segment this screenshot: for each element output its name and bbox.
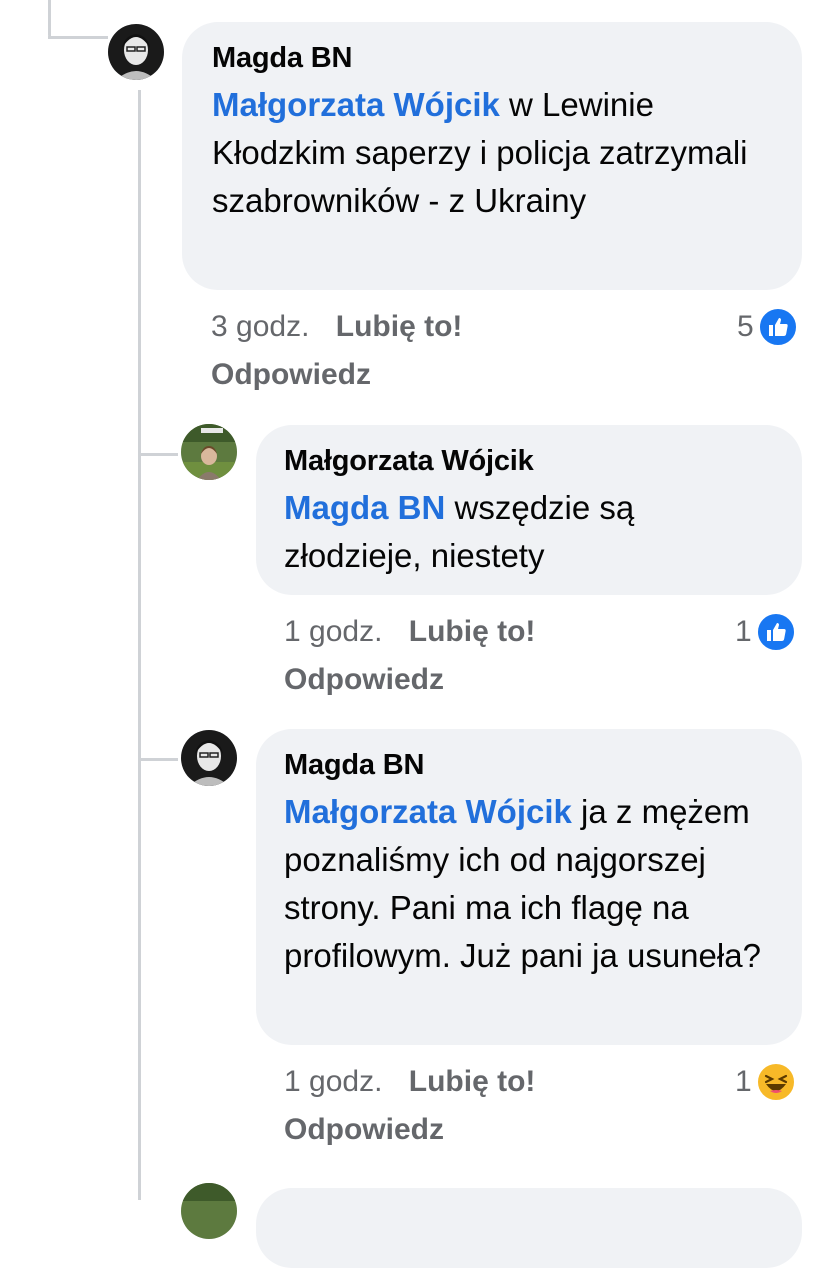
comment-time[interactable]: 1 godz. (284, 1065, 382, 1098)
thread-line (138, 90, 141, 1200)
reaction-count: 1 (735, 1065, 752, 1098)
mention-link[interactable]: Magda BN (284, 489, 445, 526)
mention-link[interactable]: Małgorzata Wójcik (284, 793, 572, 830)
comment-bubble: Magda BN Małgorzata Wójcik w Lewinie Kło… (182, 22, 802, 290)
reaction-summary[interactable]: 5 (737, 307, 798, 347)
comment-author[interactable]: Magda BN (284, 749, 774, 782)
like-icon (755, 612, 796, 652)
reply-button[interactable]: Odpowiedz (284, 663, 444, 697)
profile-photo-icon (181, 730, 237, 786)
thread-connector (48, 36, 108, 39)
thread-connector (138, 453, 178, 456)
comment-text: Małgorzata Wójcik w Lewinie Kłodzkim sap… (212, 81, 772, 225)
avatar[interactable] (181, 1183, 237, 1239)
like-button[interactable]: Lubię to! (336, 310, 463, 343)
comment-bubble: Magda BN Małgorzata Wójcik ja z mężem po… (256, 729, 802, 1045)
reaction-summary[interactable]: 1 (735, 612, 796, 652)
mention-link[interactable]: Małgorzata Wójcik (212, 86, 500, 123)
comment-meta: 1 godz. Lubię to! (284, 1065, 535, 1099)
reply-button[interactable]: Odpowiedz (284, 1113, 444, 1147)
comment-time[interactable]: 3 godz. (211, 310, 309, 343)
comment-time[interactable]: 1 godz. (284, 615, 382, 648)
reaction-count: 5 (737, 310, 754, 343)
profile-photo-icon (181, 1183, 237, 1239)
avatar[interactable] (181, 730, 237, 786)
comment-text: Magda BN wszędzie są złodzieje, niestety (284, 484, 774, 580)
comment-bubble: Małgorzata Wójcik Magda BN wszędzie są z… (256, 425, 802, 595)
thread-connector (138, 758, 178, 761)
comment-author[interactable]: Małgorzata Wójcik (284, 445, 774, 478)
like-button[interactable]: Lubię to! (409, 615, 536, 648)
like-icon (757, 307, 798, 347)
reply-button[interactable]: Odpowiedz (211, 358, 371, 392)
comment-meta: 1 godz. Lubię to! (284, 615, 535, 649)
profile-photo-icon (108, 24, 164, 80)
reaction-count: 1 (735, 615, 752, 648)
comment-author[interactable]: Magda BN (212, 42, 772, 75)
comment-meta: 3 godz. Lubię to! (211, 310, 462, 344)
avatar[interactable] (181, 424, 237, 480)
profile-photo-icon (181, 424, 237, 480)
avatar[interactable] (108, 24, 164, 80)
reaction-summary[interactable]: 1 (735, 1062, 796, 1102)
comment-bubble (256, 1188, 802, 1268)
comment-text: Małgorzata Wójcik ja z mężem poznaliśmy … (284, 788, 774, 980)
thread-line (48, 0, 51, 38)
haha-icon (755, 1062, 796, 1102)
like-button[interactable]: Lubię to! (409, 1065, 536, 1098)
